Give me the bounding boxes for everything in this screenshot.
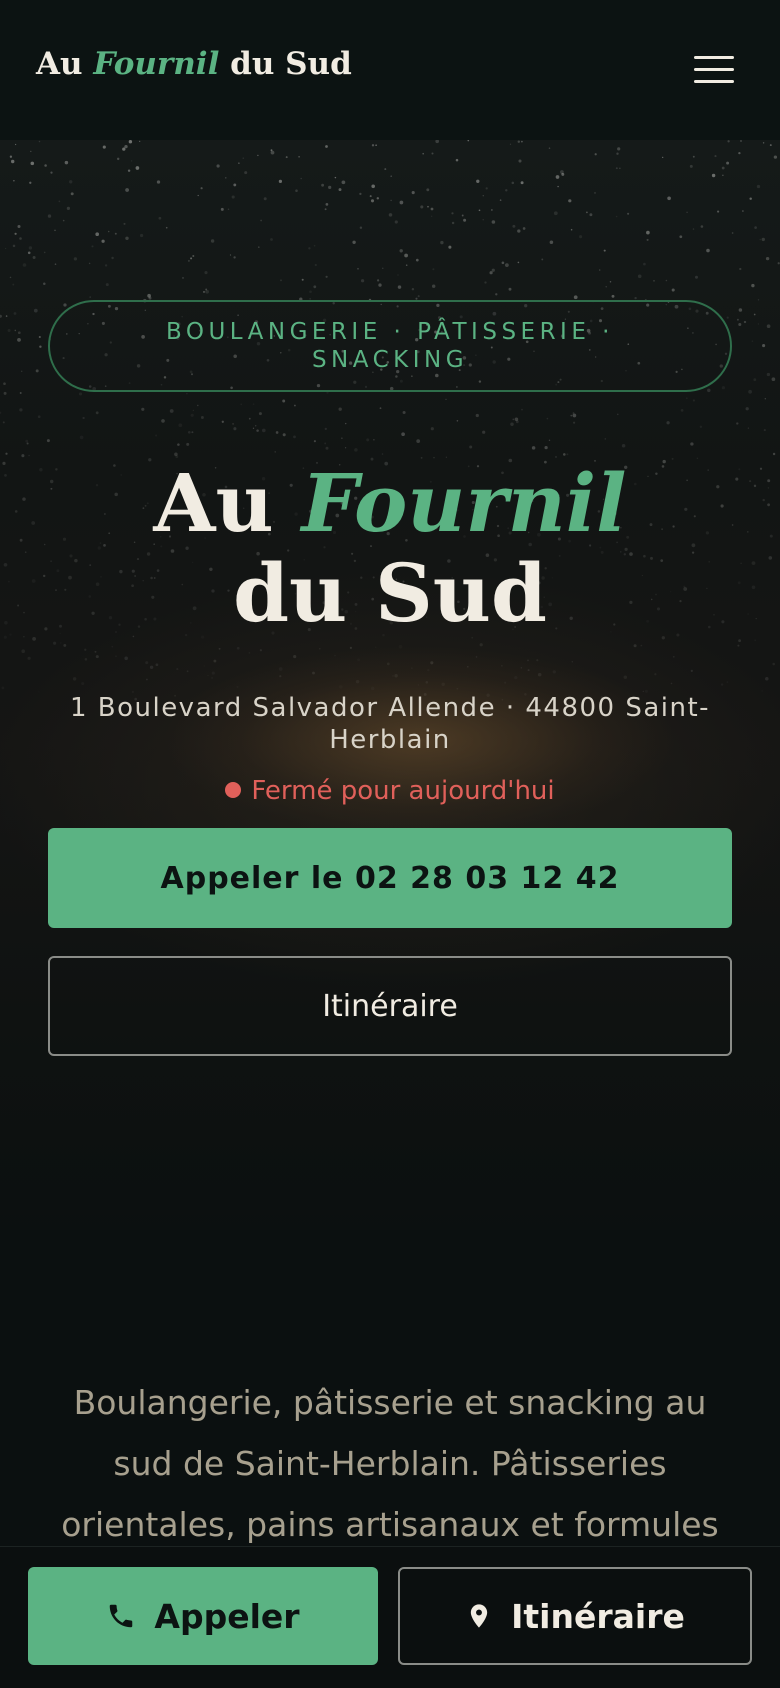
address: 1 Boulevard Salvador Allende · 44800 Sai… xyxy=(69,693,711,755)
site-header: Au Fournil du Sud xyxy=(0,0,780,140)
brand-highlight: Fournil xyxy=(93,46,220,82)
sticky-action-bar: Appeler Itinéraire xyxy=(0,1546,780,1688)
brand-prefix: Au xyxy=(36,46,83,82)
bottom-call-button[interactable]: Appeler xyxy=(28,1567,378,1665)
bottom-directions-button[interactable]: Itinéraire xyxy=(398,1567,752,1665)
phone-icon xyxy=(106,1601,136,1631)
map-pin-icon xyxy=(465,1600,493,1632)
call-button[interactable]: Appeler le 02 28 03 12 42 xyxy=(48,828,732,928)
hero-title-line1: Au Fournil xyxy=(153,456,627,550)
bottom-directions-label: Itinéraire xyxy=(511,1596,685,1636)
flour-dust-background xyxy=(0,140,780,701)
status-text: Fermé pour aujourd'hui xyxy=(251,776,555,806)
brand-logo[interactable]: Au Fournil du Sud xyxy=(36,46,352,82)
directions-button[interactable]: Itinéraire xyxy=(48,956,732,1056)
intro-text: Boulangerie, pâtisserie et snacking au s… xyxy=(61,1383,719,1544)
hero-title: Au Fournil du Sud xyxy=(0,458,780,638)
brand-suffix: du Sud xyxy=(230,46,352,82)
status-dot-icon xyxy=(225,782,242,798)
hero-section: BOULANGERIE · PÂTISSERIE · SNACKING Au F… xyxy=(0,140,780,1240)
opening-status: Fermé pour aujourd'hui xyxy=(0,776,780,806)
category-tagline: BOULANGERIE · PÂTISSERIE · SNACKING xyxy=(48,300,732,392)
bottom-call-label: Appeler xyxy=(154,1596,300,1636)
hamburger-icon[interactable] xyxy=(690,52,738,86)
hero-title-line2: du Sud xyxy=(233,546,547,640)
